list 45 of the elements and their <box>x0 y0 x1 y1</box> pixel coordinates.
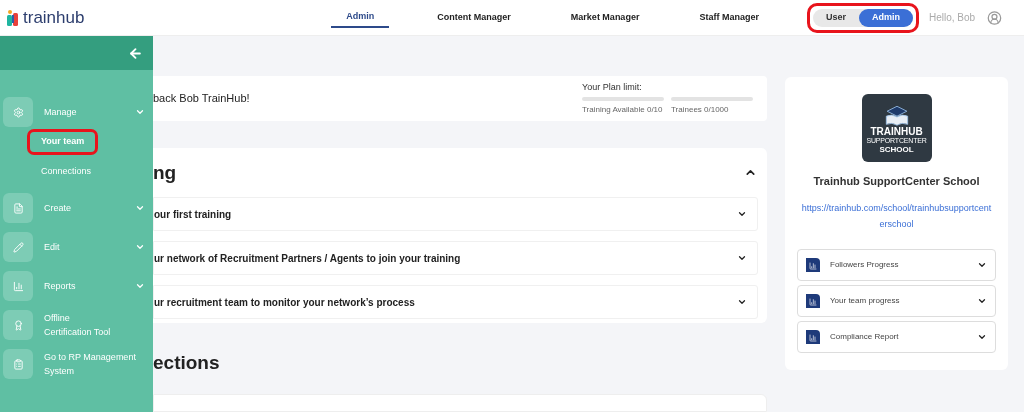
step-label: ur network of Recruitment Partners / Agents to join your training <box>154 251 461 266</box>
school-name: Trainhub SupportCenter School <box>813 174 980 189</box>
report-label: Your team progress <box>830 294 900 307</box>
school-link[interactable]: https://trainhub.com/school/trainhubsupportcenterschool <box>801 199 992 232</box>
greeting: Hello, Bob <box>928 11 976 25</box>
logo-icon <box>7 9 19 26</box>
report-label: Followers Progress <box>830 258 899 271</box>
toggle-option[interactable]: User <box>812 8 859 27</box>
step-label: ur recruitment team to monitor your network’s process <box>154 295 415 310</box>
logo-subtitle: SCHOOL <box>879 144 914 154</box>
report-icon <box>806 257 820 272</box>
nav-tab[interactable]: Staff Manager <box>687 7 771 28</box>
report-accordion[interactable]: Your team progress <box>797 284 996 317</box>
report-accordion[interactable]: Compliance Report <box>797 320 996 353</box>
step-row[interactable]: ur recruitment team to monitor your network’s process <box>153 285 758 320</box>
logo-wordmark: TRAINHUB <box>870 125 923 137</box>
meter-label: Training Available 0/10 <box>582 104 664 117</box>
report-icon <box>806 293 820 308</box>
report-accordion[interactable]: Followers Progress <box>797 248 996 281</box>
nav-tab[interactable]: Admin <box>331 7 390 28</box>
nav-tab[interactable]: Content Manager <box>425 7 523 28</box>
report-icon <box>806 329 820 344</box>
logo-text: trainhub <box>23 6 85 29</box>
chevron-down-icon <box>135 281 145 291</box>
section-title: ng <box>153 160 177 185</box>
toggle-option[interactable]: Admin <box>858 8 913 27</box>
meter-label: Trainees 0/1000 <box>671 104 730 117</box>
section-title: ections <box>153 351 221 376</box>
clipboard-icon <box>12 358 24 370</box>
report-label: Compliance Report <box>830 330 899 343</box>
avatar-icon[interactable] <box>987 8 1002 27</box>
nav-tab[interactable]: Market Manager <box>558 7 652 28</box>
pencil-icon <box>12 241 24 253</box>
badge-icon <box>12 319 24 331</box>
step-label: our first training <box>154 207 232 222</box>
gear-icon <box>12 106 24 118</box>
bar-chart-icon <box>12 280 24 292</box>
chevron-down-icon <box>135 107 145 117</box>
step-row[interactable]: ur network of Recruitment Partners / Agents to join your training <box>153 241 758 276</box>
step-row[interactable]: our first training <box>153 197 758 232</box>
chevron-down-icon <box>135 203 145 213</box>
welcome-text: back Bob TrainHub! <box>153 91 251 107</box>
chevron-down-icon <box>135 242 145 252</box>
document-icon <box>12 202 24 214</box>
plan-title: Your Plan limit: <box>582 80 643 94</box>
